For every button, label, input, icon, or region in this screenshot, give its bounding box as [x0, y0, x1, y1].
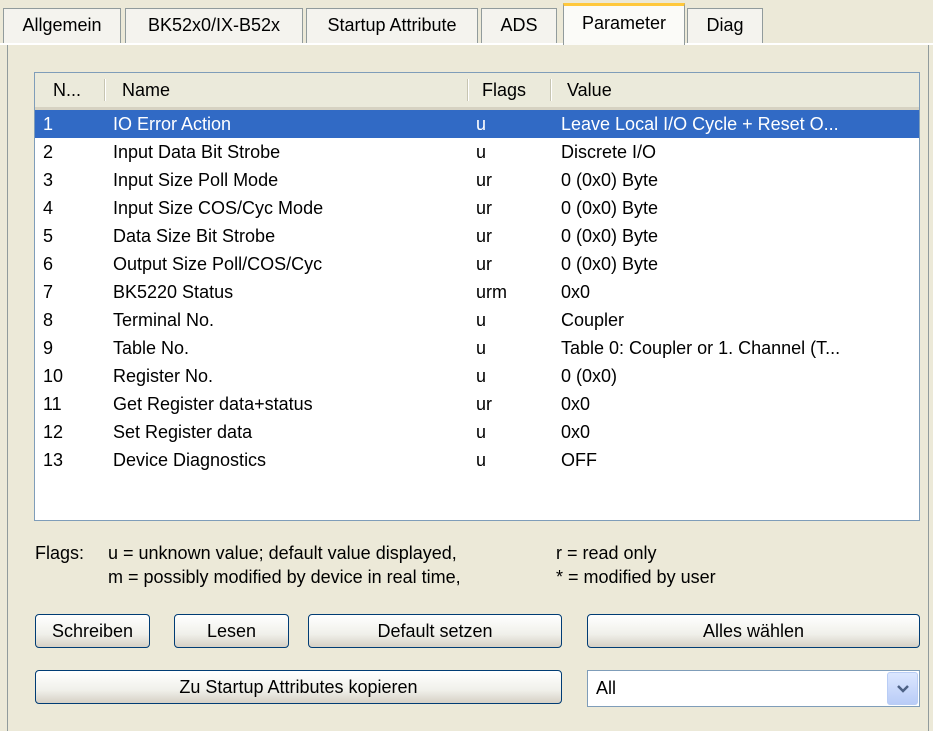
row-name: IO Error Action: [113, 114, 232, 134]
column-separator[interactable]: [104, 79, 106, 101]
dropdown-button[interactable]: [887, 672, 918, 705]
schreiben-button[interactable]: Schreiben: [35, 614, 150, 648]
table-row[interactable]: 5 Data Size Bit Strobe ur 0 (0x0) Byte: [35, 222, 919, 250]
table-row[interactable]: 13 Device Diagnostics u OFF: [35, 446, 919, 474]
tab-ads[interactable]: ADS: [481, 8, 557, 43]
legend-star: * = modified by user: [556, 567, 716, 587]
default-setzen-button[interactable]: Default setzen: [308, 614, 562, 648]
row-number: 6: [43, 254, 54, 274]
legend-r: r = read only: [556, 543, 657, 563]
column-header-no[interactable]: N...: [53, 73, 81, 107]
row-number: 3: [43, 170, 54, 190]
parameter-list[interactable]: N... Name Flags Value 1 IO Error Action u L…: [34, 72, 920, 521]
row-flags: urm: [476, 282, 507, 302]
column-header-name[interactable]: Name: [122, 73, 170, 107]
row-value: Coupler: [561, 310, 625, 330]
legend-u: u = unknown value; default value display…: [108, 543, 457, 563]
row-name: BK5220 Status: [113, 282, 234, 302]
tab-strip: Allgemein BK52x0/IX-B52x Startup Attribu…: [0, 0, 933, 46]
table-row[interactable]: 6 Output Size Poll/COS/Cyc ur 0 (0x0) Byte: [35, 250, 919, 278]
row-value: 0 (0x0): [561, 366, 618, 386]
tab-bk52x0[interactable]: BK52x0/IX-B52x: [125, 8, 303, 43]
row-name: Table No.: [113, 338, 190, 358]
row-flags: u: [476, 422, 487, 442]
table-row[interactable]: 3 Input Size Poll Mode ur 0 (0x0) Byte: [35, 166, 919, 194]
row-name: Data Size Bit Strobe: [113, 226, 276, 246]
legend-m: m = possibly modified by device in real …: [108, 567, 461, 587]
legend-prefix: Flags:: [35, 543, 85, 563]
row-number: 4: [43, 198, 54, 218]
row-name: Set Register data: [113, 422, 253, 442]
row-flags: u: [476, 142, 487, 162]
table-row[interactable]: 10 Register No. u 0 (0x0): [35, 362, 919, 390]
row-value: 0x0: [561, 282, 591, 302]
chevron-down-icon: [897, 685, 909, 693]
row-value: Discrete I/O: [561, 142, 657, 162]
row-value: 0 (0x0) Byte: [561, 254, 659, 274]
row-flags: ur: [476, 170, 493, 190]
row-value: Table 0: Coupler or 1. Channel (T...: [561, 338, 841, 358]
row-flags: ur: [476, 198, 493, 218]
row-flags: ur: [476, 226, 493, 246]
list-header: N... Name Flags Value: [35, 73, 919, 110]
table-row[interactable]: 11 Get Register data+status ur 0x0: [35, 390, 919, 418]
row-flags: u: [476, 366, 487, 386]
column-separator[interactable]: [467, 79, 469, 101]
row-number: 10: [43, 366, 64, 386]
row-name: Input Data Bit Strobe: [113, 142, 281, 162]
table-row[interactable]: 8 Terminal No. u Coupler: [35, 306, 919, 334]
row-value: 0 (0x0) Byte: [561, 170, 659, 190]
filter-combo-value: All: [596, 678, 617, 698]
table-row[interactable]: 7 BK5220 Status urm 0x0: [35, 278, 919, 306]
row-value: 0 (0x0) Byte: [561, 198, 659, 218]
row-number: 11: [43, 394, 62, 414]
table-row[interactable]: 4 Input Size COS/Cyc Mode ur 0 (0x0) Byte: [35, 194, 919, 222]
filter-combo[interactable]: All: [587, 670, 920, 707]
row-number: 9: [43, 338, 54, 358]
tab-diag[interactable]: Diag: [687, 8, 763, 43]
row-name: Get Register data+status: [113, 394, 313, 414]
tab-parameter[interactable]: Parameter: [563, 3, 685, 45]
row-flags: u: [476, 338, 487, 358]
tab-startup-attribute[interactable]: Startup Attribute: [306, 8, 478, 43]
table-row[interactable]: 9 Table No. u Table 0: Coupler or 1. Channe…: [35, 334, 919, 362]
row-number: 5: [43, 226, 54, 246]
row-name: Output Size Poll/COS/Cyc: [113, 254, 323, 274]
row-flags: ur: [476, 394, 493, 414]
row-flags: u: [476, 310, 487, 330]
row-name: Input Size COS/Cyc Mode: [113, 198, 324, 218]
row-name: Device Diagnostics: [113, 450, 267, 470]
lesen-button[interactable]: Lesen: [174, 614, 289, 648]
row-name: Register No.: [113, 366, 214, 386]
row-value: 0x0: [561, 422, 591, 442]
row-value: Leave Local I/O Cycle + Reset O...: [561, 114, 839, 134]
row-value: 0x0: [561, 394, 591, 414]
row-number: 13: [43, 450, 64, 470]
row-number: 12: [43, 422, 64, 442]
column-header-value[interactable]: Value: [567, 73, 612, 107]
row-flags: u: [476, 450, 487, 470]
row-value: OFF: [561, 450, 597, 470]
row-value: 0 (0x0) Byte: [561, 226, 659, 246]
row-name: Terminal No.: [113, 310, 215, 330]
row-flags: u: [476, 114, 487, 134]
tab-allgemein[interactable]: Allgemein: [3, 8, 121, 43]
alles-waehlen-button[interactable]: Alles wählen: [587, 614, 920, 648]
row-number: 1: [43, 114, 54, 134]
row-number: 2: [43, 142, 54, 162]
row-number: 8: [43, 310, 54, 330]
column-separator[interactable]: [550, 79, 552, 101]
row-name: Input Size Poll Mode: [113, 170, 279, 190]
row-number: 7: [43, 282, 54, 302]
table-row[interactable]: 12 Set Register data u 0x0: [35, 418, 919, 446]
table-row[interactable]: 2 Input Data Bit Strobe u Discrete I/O: [35, 138, 919, 166]
table-row[interactable]: 1 IO Error Action u Leave Local I/O Cycle +…: [35, 110, 919, 138]
column-header-flags[interactable]: Flags: [482, 73, 526, 107]
row-flags: ur: [476, 254, 493, 274]
zu-startup-attributes-kopieren-button[interactable]: Zu Startup Attributes kopieren: [35, 670, 562, 704]
